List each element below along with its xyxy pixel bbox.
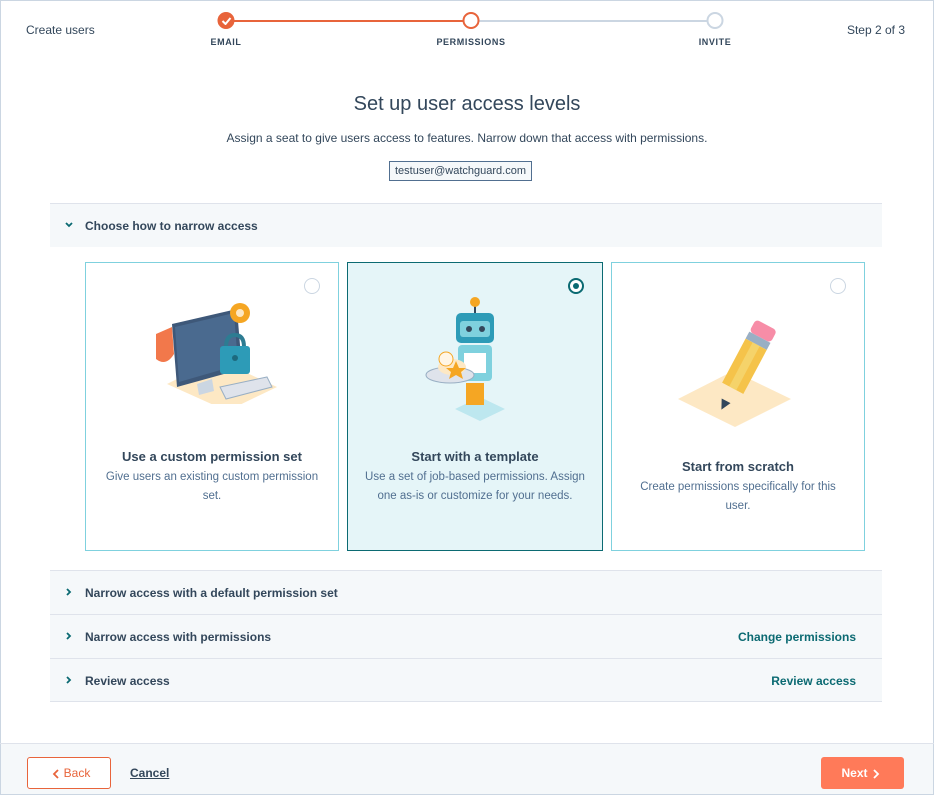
option-card-scratch[interactable]: Start from scratch Create permissions sp…: [611, 262, 865, 551]
cancel-button[interactable]: Cancel: [130, 766, 169, 780]
card-description: Create permissions specifically for this…: [640, 481, 836, 512]
accordion-label: Choose how to narrow access: [85, 219, 258, 233]
accordion-header-narrow-access[interactable]: Choose how to narrow access: [50, 203, 882, 247]
radio-button[interactable]: [830, 278, 846, 294]
review-access-link[interactable]: Review access: [771, 674, 856, 688]
pencil-illustration: [678, 320, 791, 427]
step-email-label: EMAIL: [210, 37, 242, 47]
back-button-label: Back: [63, 766, 91, 780]
accordion-label: Narrow access with permissions: [85, 630, 272, 644]
radio-button-selected[interactable]: [568, 278, 584, 294]
step-permissions-dot: [462, 12, 480, 29]
chevron-down-icon: [65, 222, 73, 228]
step-permissions-label: PERMISSIONS: [436, 37, 506, 47]
accordion-header-review-access[interactable]: Review access Review access: [50, 658, 882, 702]
chevron-right-icon: [66, 588, 72, 596]
email-chip: testuser@watchguard.com: [389, 161, 532, 181]
next-button-label: Next: [841, 766, 868, 780]
card-title: Use a custom permission set: [122, 449, 302, 464]
accordion-label: Narrow access with a default permission …: [85, 586, 338, 600]
card-title: Start from scratch: [682, 459, 794, 474]
accordion-label: Review access: [85, 674, 170, 688]
change-permissions-link[interactable]: Change permissions: [738, 630, 856, 644]
stepper-line-pending: [471, 20, 715, 22]
card-description: Give users an existing custom permission…: [105, 471, 319, 502]
accordion-header-permissions[interactable]: Narrow access with permissions Change pe…: [50, 614, 882, 658]
card-title: Start with a template: [411, 449, 539, 464]
chevron-right-icon: [66, 632, 72, 640]
step-email-check-icon: [217, 12, 235, 29]
progress-stepper: EMAIL PERMISSIONS INVITE: [0, 0, 934, 60]
chevron-right-icon: [872, 769, 879, 779]
section-subtitle: Assign a seat to give users access to fe…: [226, 131, 708, 145]
back-button[interactable]: Back: [27, 757, 111, 789]
next-button[interactable]: Next: [821, 757, 904, 789]
option-card-custom-permission-set[interactable]: Use a custom permission set Give users a…: [85, 262, 339, 551]
stepper-line-complete: [226, 20, 471, 22]
computer-lock-illustration: [156, 303, 277, 404]
accordion-header-default-permission-set[interactable]: Narrow access with a default permission …: [50, 570, 882, 614]
step-invite-label: INVITE: [698, 37, 732, 47]
robot-waiter-illustration: [425, 297, 505, 421]
card-description: Use a set of job-based permissions. Assi…: [365, 471, 585, 502]
chevron-left-icon: [52, 769, 59, 779]
section-title: Set up user access levels: [353, 93, 581, 115]
radio-button[interactable]: [304, 278, 320, 294]
chevron-right-icon: [66, 676, 72, 684]
option-card-template[interactable]: Start with a template Use a set of job-b…: [347, 262, 603, 551]
step-invite-dot: [706, 12, 724, 29]
